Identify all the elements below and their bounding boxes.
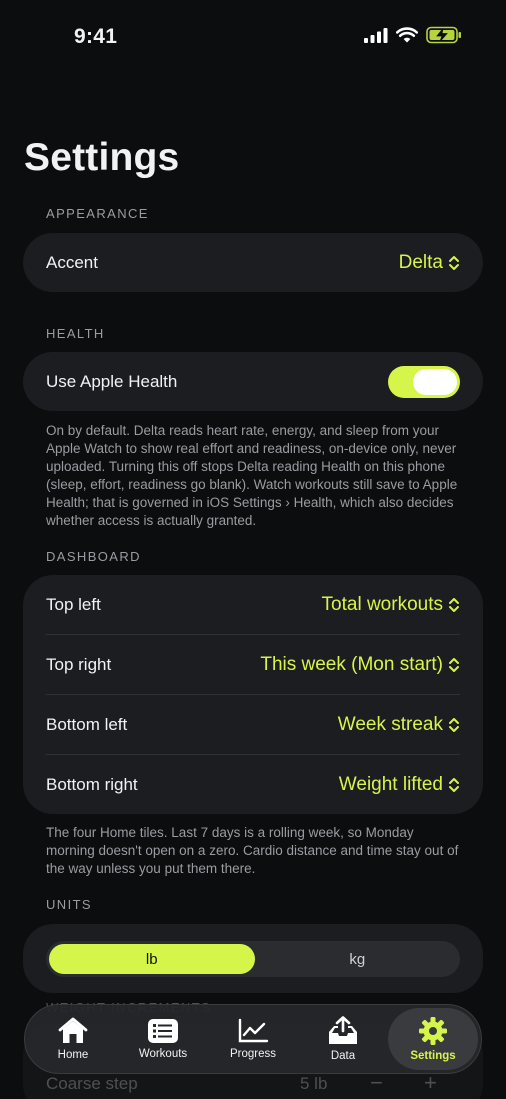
unit-option-lb[interactable]: lb [49, 944, 255, 974]
tab-workouts[interactable]: Workouts [118, 1008, 208, 1070]
battery-charging-icon [426, 26, 461, 44]
dashboard-row-top-right[interactable]: Top right This week (Mon start) [23, 635, 483, 695]
chevron-up-down-icon [449, 658, 459, 672]
unit-option-kg[interactable]: kg [255, 941, 461, 977]
tab-data[interactable]: Data [298, 1008, 388, 1070]
dashboard-row-label: Bottom left [46, 715, 128, 734]
wifi-icon [396, 27, 418, 43]
dashboard-row-label: Bottom right [46, 775, 138, 794]
accent-row[interactable]: Accent Delta [23, 233, 483, 292]
dashboard-row-bottom-right[interactable]: Bottom right Weight lifted [23, 755, 483, 815]
dashboard-picker[interactable]: This week (Mon start) [260, 654, 460, 676]
cellular-signal-icon [364, 28, 388, 43]
section-label-dashboard: DASHBOARD [46, 549, 141, 564]
dashboard-row-label: Top left [46, 595, 101, 614]
coarse-step-label: Coarse step [46, 1074, 138, 1093]
dashboard-row-value: Weight lifted [338, 774, 443, 795]
health-note: On by default. Delta reads heart rate, e… [46, 423, 458, 528]
coarse-step-value: 5 lb [300, 1074, 328, 1093]
tab-label: Progress [229, 1048, 277, 1060]
section-label-appearance: APPEARANCE [46, 206, 149, 221]
dashboard-note: The four Home tiles. Last 7 days is a ro… [46, 825, 459, 876]
status-time: 9:41 [74, 25, 118, 48]
tab-label: Settings [410, 1050, 456, 1062]
line-chart-icon [238, 1018, 269, 1043]
dashboard-card: Top left Total workouts Top right This w… [23, 575, 483, 814]
chevron-up-down-icon [449, 718, 459, 732]
tab-label: Data [330, 1050, 356, 1062]
tray-upload-icon [329, 1016, 357, 1044]
dashboard-picker[interactable]: Total workouts [322, 594, 460, 616]
tab-progress[interactable]: Progress [208, 1008, 298, 1070]
dashboard-row-value: Total workouts [321, 594, 443, 615]
health-card: Use Apple Health [23, 352, 483, 411]
dashboard-row-top-left[interactable]: Top left Total workouts [23, 575, 483, 635]
dashboard-picker[interactable]: Week streak [338, 714, 460, 736]
status-icons [364, 26, 462, 44]
house-icon [58, 1017, 88, 1043]
apple-health-row: Use Apple Health [23, 352, 483, 411]
tab-bar: Home Workouts Progress Data Settings [24, 1004, 482, 1074]
chevron-up-down-icon [449, 778, 459, 792]
dashboard-picker[interactable]: Weight lifted [339, 774, 460, 796]
status-bar: 9:41 [0, 0, 506, 74]
tab-settings[interactable]: Settings [388, 1008, 478, 1070]
units-segmented-control: lb kg [46, 941, 460, 977]
tab-label: Home [57, 1049, 89, 1061]
accent-value: Delta [398, 251, 443, 273]
page-title: Settings [24, 136, 180, 179]
section-label-health: HEALTH [46, 326, 105, 341]
list-card-icon [148, 1019, 178, 1043]
accent-picker[interactable]: Delta [399, 252, 460, 274]
dashboard-row-value: Week streak [337, 714, 443, 735]
gear-icon [419, 1017, 447, 1045]
section-label-units: UNITS [46, 897, 92, 912]
chevron-up-down-icon [449, 255, 459, 270]
toggle-knob [413, 368, 457, 395]
apple-health-toggle[interactable] [388, 365, 460, 398]
dashboard-row-value: This week (Mon start) [260, 654, 443, 675]
tab-label: Workouts [138, 1048, 188, 1060]
chevron-up-down-icon [449, 598, 459, 612]
dashboard-row-label: Top right [46, 655, 112, 674]
tab-home[interactable]: Home [28, 1008, 118, 1070]
accent-label: Accent [46, 252, 98, 272]
apple-health-label: Use Apple Health [46, 371, 178, 391]
appearance-card: Accent Delta [23, 233, 483, 292]
dashboard-row-bottom-left[interactable]: Bottom left Week streak [23, 695, 483, 755]
